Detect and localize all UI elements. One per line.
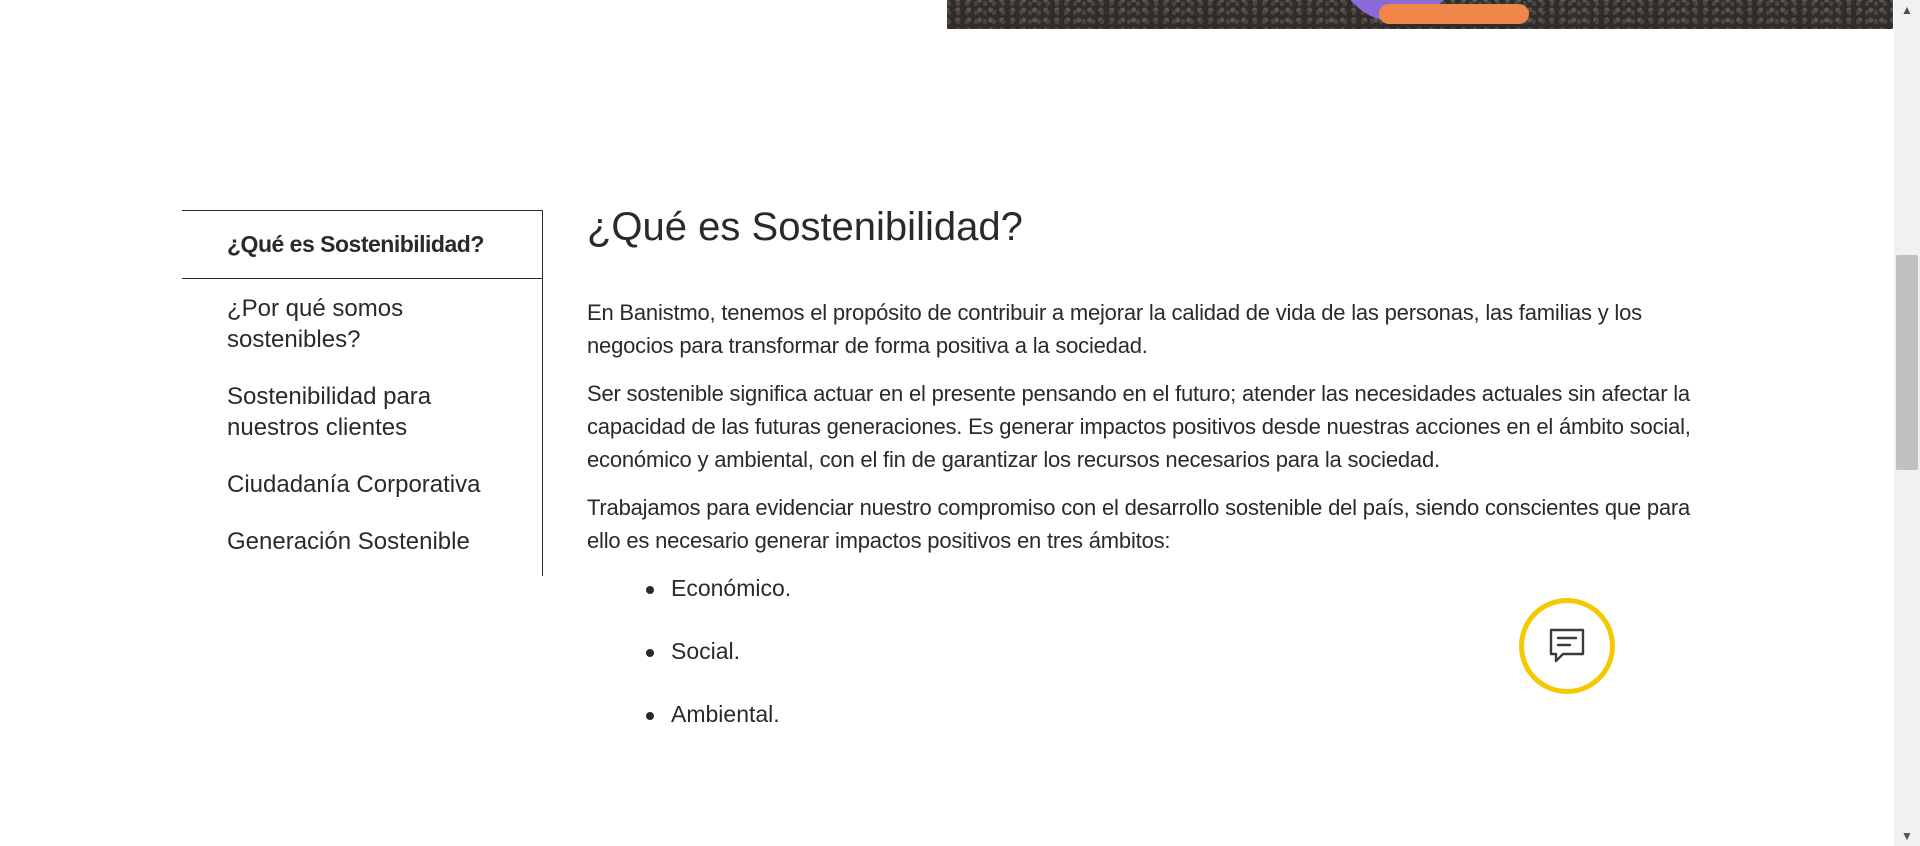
bullet-icon xyxy=(646,586,654,594)
sidebar-item-que-es-sostenibilidad[interactable]: ¿Qué es Sostenibilidad? xyxy=(182,210,542,279)
commitment-paragraph: Trabajamos para evidenciar nuestro compr… xyxy=(587,495,1691,553)
scroll-down-arrow-icon[interactable]: ▼ xyxy=(1894,826,1920,846)
hero-decoration-accent xyxy=(1379,4,1529,24)
list-item: Ambiental. xyxy=(646,698,1697,731)
list-item-label: Social. xyxy=(671,638,741,664)
sidebar-item-por-que-somos-sostenibles[interactable]: ¿Por qué somos sostenibles? xyxy=(182,293,457,355)
sidebar-nav: ¿Qué es Sostenibilidad? ¿Por qué somos s… xyxy=(182,210,543,576)
bullet-icon xyxy=(646,649,654,657)
sidebar-item-sostenibilidad-clientes[interactable]: Sostenibilidad para nuestros clientes xyxy=(182,381,457,443)
list-item-label: Ambiental. xyxy=(671,701,780,727)
scroll-up-arrow-icon[interactable]: ▲ xyxy=(1894,0,1920,20)
bullet-icon xyxy=(646,712,654,720)
definition-paragraph: Ser sostenible significa actuar en el pr… xyxy=(587,381,1691,472)
intro-paragraph: En Banistmo, tenemos el propósito de con… xyxy=(587,300,1642,358)
sidebar-item-ciudadania-corporativa[interactable]: Ciudadanía Corporativa xyxy=(182,469,542,500)
chat-button[interactable] xyxy=(1519,598,1615,694)
scrollbar[interactable]: ▲ ▼ xyxy=(1894,0,1920,846)
chat-bubble-icon xyxy=(1549,628,1585,663)
scrollbar-thumb[interactable] xyxy=(1896,255,1918,470)
list-item-label: Económico. xyxy=(671,575,792,601)
page-title: ¿Qué es Sostenibilidad? xyxy=(587,205,1023,249)
hero-image xyxy=(947,0,1893,29)
sidebar-item-generacion-sostenible[interactable]: Generación Sostenible xyxy=(182,526,542,557)
list-item: Económico. xyxy=(646,572,1697,605)
